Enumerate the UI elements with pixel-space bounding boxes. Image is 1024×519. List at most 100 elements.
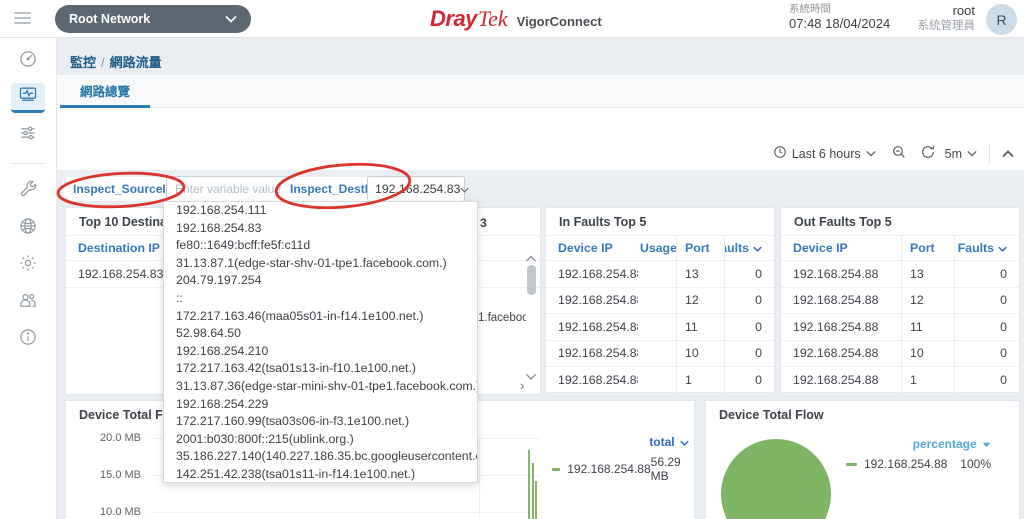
legend-sort-header[interactable]: percentage: [846, 437, 991, 451]
table-row[interactable]: 192.168.254.88 13 0: [546, 261, 774, 288]
column-header-faults[interactable]: Faults: [954, 236, 1019, 260]
sidebar-item-dashboard[interactable]: [11, 46, 45, 76]
dest-ip-selected-value: 192.168.254.83: [375, 182, 461, 196]
scroll-down-icon[interactable]: [525, 368, 537, 386]
scrollbar-thumb[interactable]: [527, 265, 536, 295]
breadcrumb-separator: /: [101, 55, 105, 70]
column-header-device-ip[interactable]: Device IP: [781, 241, 901, 255]
panel-device-flow-pie: Device Total Flow percentage 192.168.254…: [705, 400, 1020, 519]
dropdown-option[interactable]: 192.168.254.83: [164, 220, 477, 238]
panel-in-faults: In Faults Top 5 Device IP Usage Port Fau…: [545, 207, 775, 394]
toolbar-divider: [989, 144, 990, 163]
sidebar-item-monitoring[interactable]: [11, 83, 45, 113]
variable-source-ip-input[interactable]: [166, 176, 293, 202]
dropdown-option[interactable]: 192.168.254.111: [164, 202, 477, 220]
sidebar-item-maintenance[interactable]: [11, 176, 45, 206]
sidebar-item-network[interactable]: [11, 213, 45, 243]
dropdown-option[interactable]: 142.251.42.238(tsa01s11-in-f14.1e100.net…: [164, 466, 477, 482]
dropdown-option[interactable]: 172.217.160.99(tsa03s06-in-f3.1e100.net.…: [164, 413, 477, 431]
series-color-dash: [552, 467, 561, 471]
tab-network-overview[interactable]: 網路總覽: [60, 75, 151, 108]
chart-legend: total 192.168.254.88 56.29 MB: [552, 435, 689, 483]
dropdown-option[interactable]: 35.186.227.140(140.227.186.35.bc.googleu…: [164, 448, 477, 466]
table-header-row: Device IP Port Faults: [781, 236, 1019, 261]
table-row[interactable]: 192.168.254.88 11 0: [546, 314, 774, 341]
table-row[interactable]: 192.168.254.88 13 0: [781, 261, 1019, 288]
chart-toolbar: Last 6 hours 5m: [773, 144, 1014, 163]
sort-chevron-icon: [998, 241, 1007, 255]
dropdown-option[interactable]: 192.168.254.229: [164, 396, 477, 414]
time-range-label: Last 6 hours: [791, 146, 861, 161]
y-axis-tick: 15.0 MB: [100, 469, 141, 481]
device-ip-value: 192.168.254.88: [793, 319, 879, 334]
traffic-spike: [535, 481, 537, 519]
faults-value: 0: [724, 340, 774, 366]
dropdown-option[interactable]: fe80::1649:bcff:fe5f:c11d: [164, 237, 477, 255]
zoom-out-button[interactable]: [891, 144, 907, 163]
chevron-down-icon: [460, 182, 470, 196]
dest-ip-dropdown-list: 192.168.254.111 192.168.254.83 fe80::1649:…: [163, 201, 478, 483]
faults-value: 0: [724, 287, 774, 313]
device-ip-value: 192.168.254.88: [793, 346, 879, 361]
dropdown-option[interactable]: 192.168.254.210: [164, 343, 477, 361]
avatar[interactable]: R: [986, 4, 1017, 35]
network-selector-label: Root Network: [69, 12, 151, 26]
breadcrumb-section[interactable]: 監控: [70, 55, 96, 70]
faults-value: 0: [954, 340, 1019, 366]
column-header-port[interactable]: Port: [901, 236, 954, 260]
table-row[interactable]: 192.168.254.88 1 0: [546, 367, 774, 394]
dropdown-option[interactable]: 52.98.64.50: [164, 325, 477, 343]
table-row[interactable]: 192.168.254.88 10 0: [546, 340, 774, 367]
app-window: Root Network Dray Tek VigorConnect 系統時間 …: [0, 0, 1024, 519]
refresh-interval-picker[interactable]: 5m: [945, 147, 977, 161]
dropdown-option[interactable]: 172.217.163.42(tsa01s13-in-f10.1e100.net…: [164, 360, 477, 378]
pie-chart[interactable]: [721, 439, 831, 519]
sidebar-item-configuration[interactable]: [11, 120, 45, 150]
logo-tek: Tek: [477, 6, 508, 31]
time-range-picker[interactable]: Last 6 hours: [773, 145, 876, 162]
port-value: 10: [676, 340, 724, 366]
device-ip-value: 192.168.254.88: [793, 372, 879, 387]
sidebar-item-settings[interactable]: [11, 250, 45, 280]
dropdown-option[interactable]: 2001:b030:800f::215(ublink.org.): [164, 431, 477, 449]
faults-value: 0: [724, 314, 774, 340]
dropdown-option[interactable]: 31.13.87.36(edge-star-mini-shv-01-tpe1.f…: [164, 378, 477, 396]
dashboard-panel: Last 6 hours 5m: [57, 108, 1024, 170]
column-header-port[interactable]: Port: [676, 236, 724, 260]
product-name: VigorConnect: [516, 14, 602, 29]
dropdown-option[interactable]: ::: [164, 290, 477, 308]
network-selector[interactable]: Root Network: [55, 5, 251, 33]
series-percentage-value: 100%: [960, 457, 991, 471]
legend-item[interactable]: 192.168.254.88 56.29 MB: [552, 455, 689, 483]
sidebar-item-users[interactable]: [11, 287, 45, 317]
draytek-logo: Dray Tek VigorConnect: [430, 6, 602, 32]
table-row[interactable]: 192.168.254.88 11 0: [781, 314, 1019, 341]
faults-value: 0: [954, 261, 1019, 287]
series-name: 192.168.254.88: [567, 462, 651, 476]
pagination-next-button[interactable]: ›: [520, 378, 524, 393]
sidebar-item-about[interactable]: [11, 324, 45, 354]
device-ip-value: 192.168.254.88: [558, 319, 638, 334]
variable-dest-ip-select[interactable]: 192.168.254.83: [367, 176, 470, 202]
refresh-button[interactable]: [920, 144, 936, 163]
collapse-row-button[interactable]: [1002, 147, 1014, 161]
port-value: 12: [676, 287, 724, 313]
menu-toggle-icon[interactable]: [14, 12, 31, 25]
column-header-faults[interactable]: Faults: [724, 236, 774, 260]
port-value: 10: [901, 340, 954, 366]
dropdown-option[interactable]: 204.79.197.254: [164, 272, 477, 290]
legend-sort-header[interactable]: total: [552, 435, 689, 449]
table-row[interactable]: 192.168.254.88 12 0: [546, 287, 774, 314]
device-ip-value: 192.168.254.88: [793, 266, 879, 281]
dropdown-option[interactable]: 172.217.163.46(maa05s01-in-f14.1e100.net…: [164, 308, 477, 326]
column-header-usage[interactable]: Usage: [638, 241, 676, 255]
faults-value: 0: [954, 367, 1019, 393]
legend-item[interactable]: 192.168.254.88 100%: [846, 457, 991, 471]
tab-bar: 網路總覽: [57, 75, 1024, 108]
table-row[interactable]: 192.168.254.88 10 0: [781, 340, 1019, 367]
column-header-device-ip[interactable]: Device IP: [546, 241, 638, 255]
chevron-down-icon: [967, 150, 977, 157]
table-row[interactable]: 192.168.254.88 12 0: [781, 287, 1019, 314]
dropdown-option[interactable]: 31.13.87.1(edge-star-shv-01-tpe1.faceboo…: [164, 255, 477, 273]
table-row[interactable]: 192.168.254.88 1 0: [781, 367, 1019, 394]
